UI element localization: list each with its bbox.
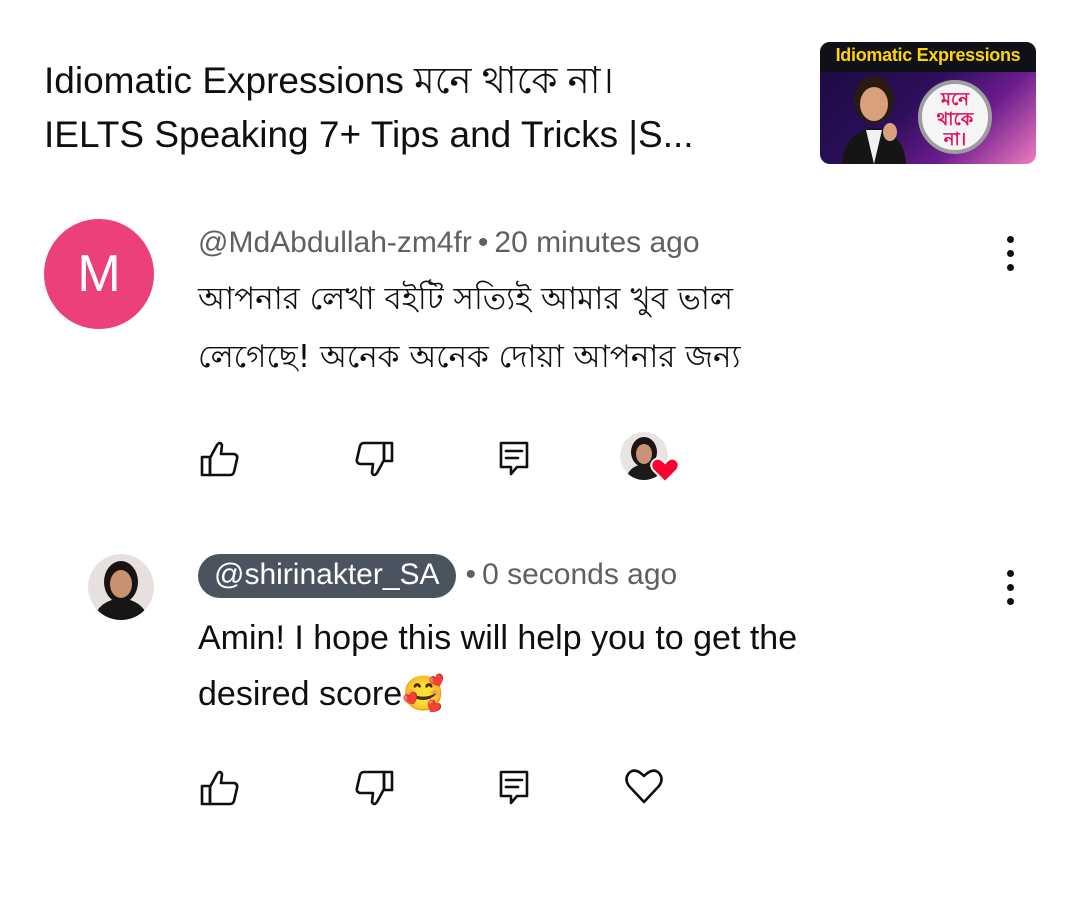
comment-text: আপনার লেখা বইটি সত্যিই আমার খুব ভাল লেগে… — [198, 270, 1018, 386]
thumbs-down-icon[interactable] — [352, 766, 396, 810]
reply-comment-icon[interactable] — [492, 766, 536, 810]
comment-text-line-2: লেগেছে! অনেক অনেক দোয়া আপনার জন্য — [198, 339, 741, 375]
comment-text: Amin! I hope this will help you to get t… — [198, 610, 1018, 722]
thumbnail-banner-text: Idiomatic Expressions — [835, 45, 1021, 65]
comment-author[interactable]: @MdAbdullah-zm4fr — [198, 226, 472, 259]
comment-meta: @MdAbdullah-zm4fr • 20 minutes ago — [198, 226, 700, 260]
avatar[interactable] — [88, 554, 154, 620]
thumbnail-badge-line-1: মনে — [941, 89, 969, 110]
thumbs-up-icon[interactable] — [198, 766, 242, 810]
thumbnail-badge-line-2: থাকে — [936, 109, 974, 130]
thumbs-up-icon[interactable] — [198, 437, 242, 481]
creator-author-badge[interactable]: @shirinakter_SA — [198, 554, 456, 598]
thumbnail-badge: মনে থাকে না। — [918, 80, 992, 154]
avatar[interactable]: M — [44, 219, 154, 329]
comment-text-line-1: Amin! I hope this will help you to get t… — [198, 619, 798, 657]
reply-comment-icon[interactable] — [492, 437, 536, 481]
video-title-line-1: Idiomatic Expressions মনে থাকে না। — [44, 60, 614, 101]
video-header[interactable]: Idiomatic Expressions মনে থাকে না। IELTS… — [44, 40, 1044, 170]
more-options-icon[interactable] — [999, 566, 1023, 610]
thumbnail-person-image — [842, 76, 906, 164]
video-title-line-2: IELTS Speaking 7+ Tips and Tricks |S... — [44, 114, 694, 155]
comment-time[interactable]: 20 minutes ago — [494, 226, 699, 259]
thumbs-down-icon[interactable] — [352, 437, 396, 481]
comment-text-line-1: আপনার লেখা বইটি সত্যিই আমার খুব ভাল — [198, 281, 733, 317]
meta-separator: • — [465, 558, 477, 591]
video-title[interactable]: Idiomatic Expressions মনে থাকে না। IELTS… — [44, 54, 804, 162]
comment-meta: @shirinakter_SA • 0 seconds ago — [198, 554, 677, 598]
comment-text-line-2: desired score🥰 — [198, 675, 445, 713]
thumbnail-badge-line-3: না। — [943, 129, 967, 150]
creator-heart-icon — [650, 457, 680, 484]
heart-outline-icon[interactable] — [622, 764, 666, 808]
meta-separator: • — [477, 226, 489, 259]
comment-time[interactable]: 0 seconds ago — [482, 558, 677, 591]
comment-thread-page: Idiomatic Expressions মনে থাকে না। IELTS… — [0, 0, 1068, 900]
video-thumbnail[interactable]: Idiomatic Expressions মনে থাকে না। — [820, 42, 1036, 164]
